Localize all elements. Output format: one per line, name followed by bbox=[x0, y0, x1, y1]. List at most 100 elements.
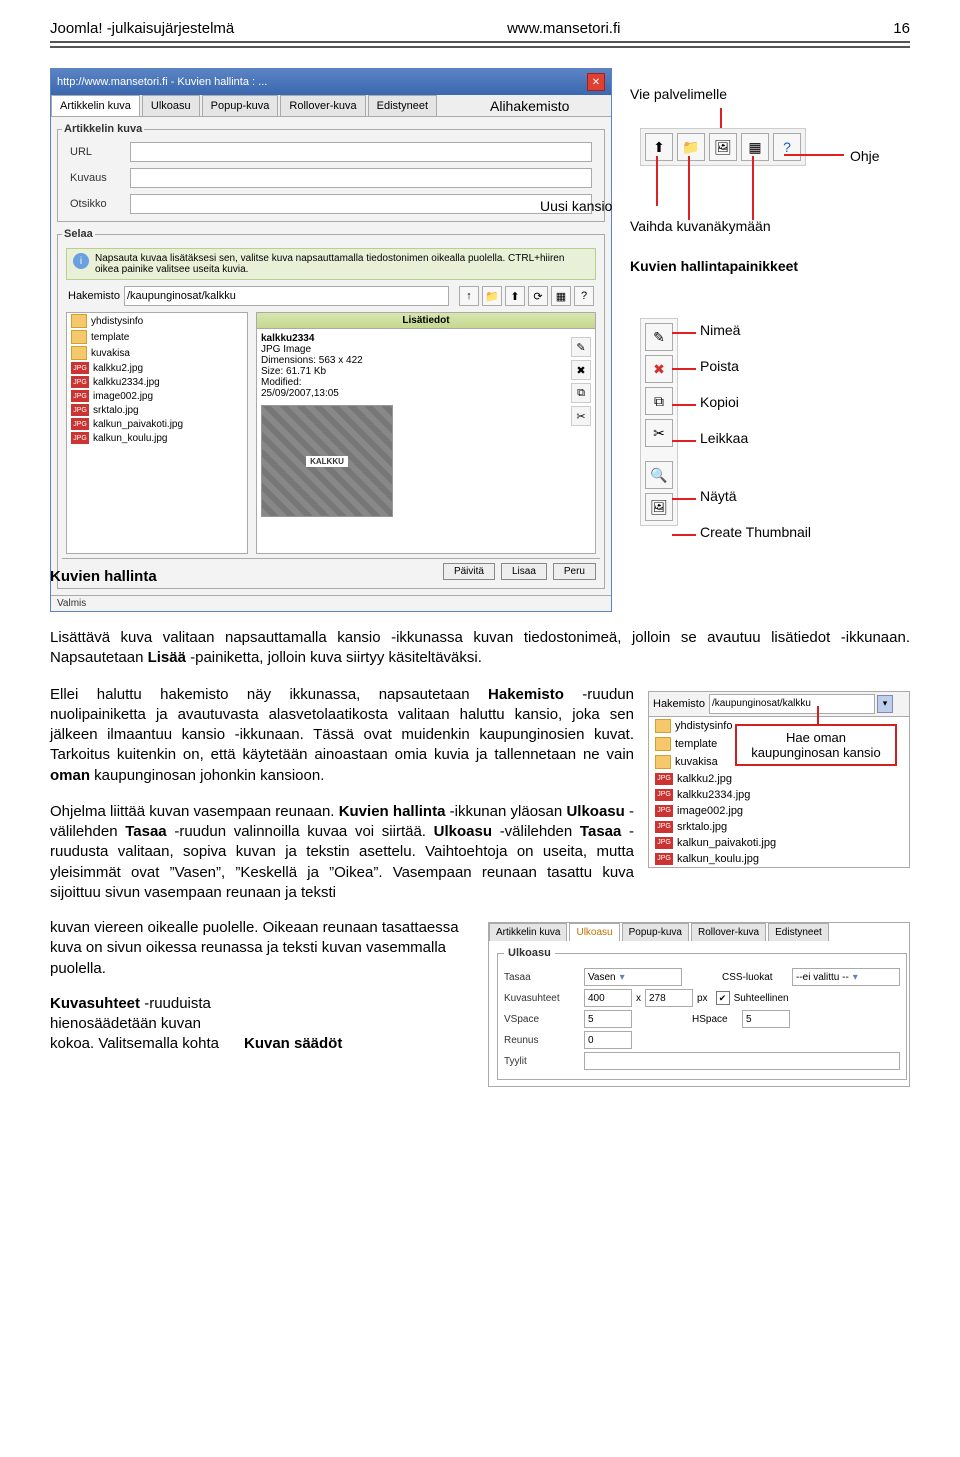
detail-dim: Dimensions: 563 x 422 bbox=[261, 355, 591, 366]
callout-alihakemisto: Alihakemisto bbox=[490, 98, 569, 114]
list-item: JPGkalkku2334.jpg bbox=[67, 375, 247, 389]
tab-rollover[interactable]: Rollover-kuva bbox=[280, 95, 365, 116]
refresh-icon[interactable]: ⟳ bbox=[528, 286, 548, 306]
upload-icon[interactable]: ⬆ bbox=[505, 286, 525, 306]
list-item: yhdistysinfo bbox=[67, 313, 247, 329]
list-item: JPGkalkku2.jpg bbox=[67, 361, 247, 375]
tb-help-icon[interactable]: ? bbox=[773, 133, 801, 161]
vicon-copy-icon[interactable]: ⧉ bbox=[645, 387, 673, 415]
input-vspace[interactable]: 5 bbox=[584, 1010, 632, 1028]
callout-nayta: Näytä bbox=[700, 488, 737, 504]
input-hspace[interactable]: 5 bbox=[742, 1010, 790, 1028]
ulk-legend: Ulkoasu bbox=[504, 947, 555, 959]
callout-uusi-kansio: Uusi kansio bbox=[540, 198, 612, 214]
list-item: kuvakisa bbox=[67, 345, 247, 361]
tb-grid-icon[interactable]: ▦ bbox=[741, 133, 769, 161]
hak-path-input[interactable] bbox=[709, 694, 875, 714]
copy-icon[interactable]: ⧉ bbox=[571, 383, 591, 403]
tab-artikkelin-kuva[interactable]: Artikkelin kuva bbox=[51, 95, 140, 116]
list-item: JPGimage002.jpg bbox=[67, 389, 247, 403]
utab-edistyneet[interactable]: Edistyneet bbox=[768, 923, 829, 941]
refresh-button[interactable]: Päivitä bbox=[443, 563, 495, 580]
close-icon[interactable]: ✕ bbox=[587, 73, 605, 91]
input-width[interactable]: 400 bbox=[584, 989, 632, 1007]
input-height[interactable]: 278 bbox=[645, 989, 693, 1007]
label-otsikko: Otsikko bbox=[70, 198, 130, 210]
paragraph-1: Lisättävä kuva valitaan napsauttamalla k… bbox=[50, 628, 910, 669]
view-toggle-icon[interactable]: ▦ bbox=[551, 286, 571, 306]
path-input[interactable] bbox=[124, 286, 449, 306]
fieldset-selaa: Selaa bbox=[62, 228, 95, 240]
utab-popup[interactable]: Popup-kuva bbox=[622, 923, 689, 941]
tab-edistyneet[interactable]: Edistyneet bbox=[368, 95, 437, 116]
checkbox-suhteellinen[interactable]: ✔ bbox=[716, 991, 730, 1005]
folder-icon bbox=[655, 737, 671, 751]
folder-icon bbox=[71, 330, 87, 344]
cut-icon[interactable]: ✂ bbox=[571, 406, 591, 426]
delete-icon[interactable]: ✖ bbox=[571, 360, 591, 380]
hak-annotation: Hae oman kaupunginosan kansio bbox=[735, 724, 897, 766]
callout-hallintapainikkeet: Kuvien hallintapainikkeet bbox=[630, 258, 798, 274]
leader-line bbox=[672, 498, 696, 500]
nav-up-icon[interactable]: ↑ bbox=[459, 286, 479, 306]
hak-dropdown-icon[interactable]: ▾ bbox=[877, 695, 893, 713]
lbl-suhteellinen: Suhteellinen bbox=[734, 993, 789, 1004]
vicon-rename-icon[interactable]: ✎ bbox=[645, 323, 673, 351]
hint-text: Napsauta kuvaa lisätäksesi sen, valitse … bbox=[95, 253, 589, 275]
dialog-titlebar: http://www.mansetori.fi - Kuvien hallint… bbox=[51, 69, 611, 95]
detail-date: 25/09/2007,13:05 bbox=[261, 388, 591, 399]
tb-upload-icon[interactable]: 🖼 bbox=[709, 133, 737, 161]
vicon-delete-icon[interactable]: ✖ bbox=[645, 355, 673, 383]
input-otsikko[interactable] bbox=[130, 194, 592, 214]
input-url[interactable] bbox=[130, 142, 592, 162]
rename-icon[interactable]: ✎ bbox=[571, 337, 591, 357]
utab-artikkelin[interactable]: Artikkelin kuva bbox=[489, 923, 567, 941]
dialog-title: http://www.mansetori.fi - Kuvien hallint… bbox=[57, 76, 267, 88]
insert-button[interactable]: Lisaa bbox=[501, 563, 547, 580]
new-folder-icon[interactable]: 📁 bbox=[482, 286, 502, 306]
callout-nimea: Nimeä bbox=[700, 322, 740, 338]
list-item: JPGkalkku2.jpg bbox=[649, 771, 909, 787]
fieldset-artikkelin-kuva: Artikkelin kuva bbox=[62, 123, 144, 135]
lbl-hspace: HSpace bbox=[692, 1014, 742, 1025]
input-tyylit[interactable] bbox=[584, 1052, 900, 1070]
input-css[interactable]: --ei valittu -- bbox=[792, 968, 900, 986]
leader-line bbox=[672, 368, 696, 370]
thumbnail-preview: KALKKU bbox=[261, 405, 393, 517]
vicon-thumbnail-icon[interactable]: 🖼 bbox=[645, 493, 673, 521]
vicon-cut-icon[interactable]: ✂ bbox=[645, 419, 673, 447]
figure-image-manager: http://www.mansetori.fi - Kuvien hallint… bbox=[50, 68, 910, 608]
cancel-button[interactable]: Peru bbox=[553, 563, 596, 580]
input-reunus[interactable]: 0 bbox=[584, 1031, 632, 1049]
list-item: JPGkalkun_paivakoti.jpg bbox=[649, 835, 909, 851]
status-bar: Valmis bbox=[51, 595, 611, 611]
leader-line bbox=[720, 108, 722, 128]
callout-vaihda: Vaihda kuvanäkymään bbox=[630, 218, 771, 234]
lbl-kuvasuhteet: Kuvasuhteet bbox=[504, 993, 584, 1004]
jpg-icon: JPG bbox=[71, 390, 89, 402]
list-item: JPGsrktalo.jpg bbox=[67, 403, 247, 417]
detail-size: Size: 61.71 Kb bbox=[261, 366, 591, 377]
tb-newfolder-icon[interactable]: 📁 bbox=[677, 133, 705, 161]
tab-popup[interactable]: Popup-kuva bbox=[202, 95, 279, 116]
callout-poista: Poista bbox=[700, 358, 739, 374]
utab-ulkoasu[interactable]: Ulkoasu bbox=[569, 923, 619, 941]
lbl-px: px bbox=[697, 993, 708, 1004]
utab-rollover[interactable]: Rollover-kuva bbox=[691, 923, 766, 941]
lbl-reunus: Reunus bbox=[504, 1035, 584, 1046]
jpg-icon: JPG bbox=[655, 837, 673, 849]
jpg-icon: JPG bbox=[71, 418, 89, 430]
list-item: JPGkalkun_koulu.jpg bbox=[649, 851, 909, 867]
file-list[interactable]: yhdistysinfo template kuvakisa JPGkalkku… bbox=[66, 312, 248, 554]
mini-toolbar: ⬆ 📁 🖼 ▦ ? bbox=[640, 128, 806, 166]
help-icon[interactable]: ? bbox=[574, 286, 594, 306]
tb-up-icon[interactable]: ⬆ bbox=[645, 133, 673, 161]
tab-ulkoasu[interactable]: Ulkoasu bbox=[142, 95, 200, 116]
input-kuvaus[interactable] bbox=[130, 168, 592, 188]
input-tasaa[interactable]: Vasen bbox=[584, 968, 682, 986]
figure-ulkoasu: Artikkelin kuva Ulkoasu Popup-kuva Rollo… bbox=[488, 922, 910, 1087]
jpg-icon: JPG bbox=[71, 376, 89, 388]
hint-box: i Napsauta kuvaa lisätäksesi sen, valits… bbox=[66, 248, 596, 280]
vicon-preview-icon[interactable]: 🔍 bbox=[645, 461, 673, 489]
leader-line bbox=[672, 404, 696, 406]
